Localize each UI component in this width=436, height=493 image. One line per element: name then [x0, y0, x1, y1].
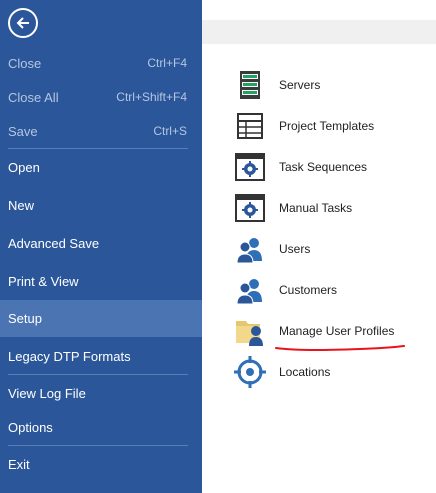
manual-task-icon	[234, 192, 266, 224]
menu-item-label: Options	[8, 419, 53, 435]
menu-item-label: Setup	[8, 311, 42, 326]
setup-item-label: Project Templates	[279, 119, 375, 133]
menu-item-advanced-save[interactable]: Advanced Save	[0, 225, 202, 261]
menu-item-print-view[interactable]: Print & View	[0, 263, 202, 299]
red-underline-annotation	[275, 345, 405, 351]
menu-item-setup[interactable]: Setup	[0, 300, 202, 337]
backstage-sidebar: Close Ctrl+F4 Close All Ctrl+Shift+F4 Sa…	[0, 0, 202, 493]
menu-item-label: Legacy DTP Formats	[8, 348, 131, 364]
setup-item-servers[interactable]: Servers	[234, 69, 320, 101]
menu-item-shortcut: Ctrl+F4	[147, 56, 187, 70]
menu-item-save[interactable]: Save Ctrl+S	[0, 113, 202, 149]
setup-item-label: Task Sequences	[279, 160, 368, 174]
menu-item-shortcut: Ctrl+Shift+F4	[116, 90, 187, 104]
menu-item-label: New	[8, 197, 35, 213]
menu-item-label: Advanced Save	[8, 235, 100, 251]
setup-item-manage-user-profiles[interactable]: Manage User Profiles	[234, 315, 394, 347]
server-icon	[234, 69, 266, 101]
menu-item-label: Print & View	[8, 273, 79, 289]
setup-item-task-sequences[interactable]: Task Sequences	[234, 151, 367, 183]
menu-item-label: Close	[8, 55, 42, 71]
arrow-left-icon	[16, 17, 29, 29]
setup-item-label: Manual Tasks	[279, 201, 353, 215]
setup-item-manual-tasks[interactable]: Manual Tasks	[234, 192, 352, 224]
setup-item-label: Manage User Profiles	[279, 324, 395, 338]
menu-item-label: Exit	[8, 456, 30, 472]
setup-item-label: Locations	[279, 365, 331, 379]
menu-item-close[interactable]: Close Ctrl+F4	[0, 45, 202, 81]
menu-item-label: Save	[8, 123, 38, 139]
task-sequence-icon	[234, 151, 266, 183]
setup-item-project-templates[interactable]: Project Templates	[234, 110, 374, 142]
setup-item-label: Servers	[279, 78, 321, 92]
menu-item-label: Close All	[8, 89, 59, 105]
setup-item-locations[interactable]: Locations	[234, 356, 330, 388]
menu-item-options[interactable]: Options	[0, 409, 202, 445]
setup-item-label: Users	[279, 242, 311, 256]
location-target-icon	[234, 356, 266, 388]
menu-item-exit[interactable]: Exit	[0, 446, 202, 482]
menu-item-view-log-file[interactable]: View Log File	[0, 375, 202, 411]
setup-item-customers[interactable]: Customers	[234, 274, 337, 306]
menu-item-new[interactable]: New	[0, 187, 202, 223]
menu-item-legacy-dtp-formats[interactable]: Legacy DTP Formats	[0, 338, 202, 374]
back-button[interactable]	[8, 8, 38, 38]
user-profile-folder-icon	[234, 315, 266, 347]
project-template-icon	[234, 110, 266, 142]
menu-item-open[interactable]: Open	[0, 149, 202, 185]
setup-item-users[interactable]: Users	[234, 233, 310, 265]
menu-item-label: View Log File	[8, 385, 86, 401]
customers-icon	[234, 274, 266, 306]
content-header-bar	[202, 20, 436, 44]
setup-item-label: Customers	[279, 283, 338, 297]
menu-item-label: Open	[8, 159, 40, 175]
menu-item-close-all[interactable]: Close All Ctrl+Shift+F4	[0, 79, 202, 115]
menu-item-shortcut: Ctrl+S	[153, 124, 187, 138]
users-icon	[234, 233, 266, 265]
